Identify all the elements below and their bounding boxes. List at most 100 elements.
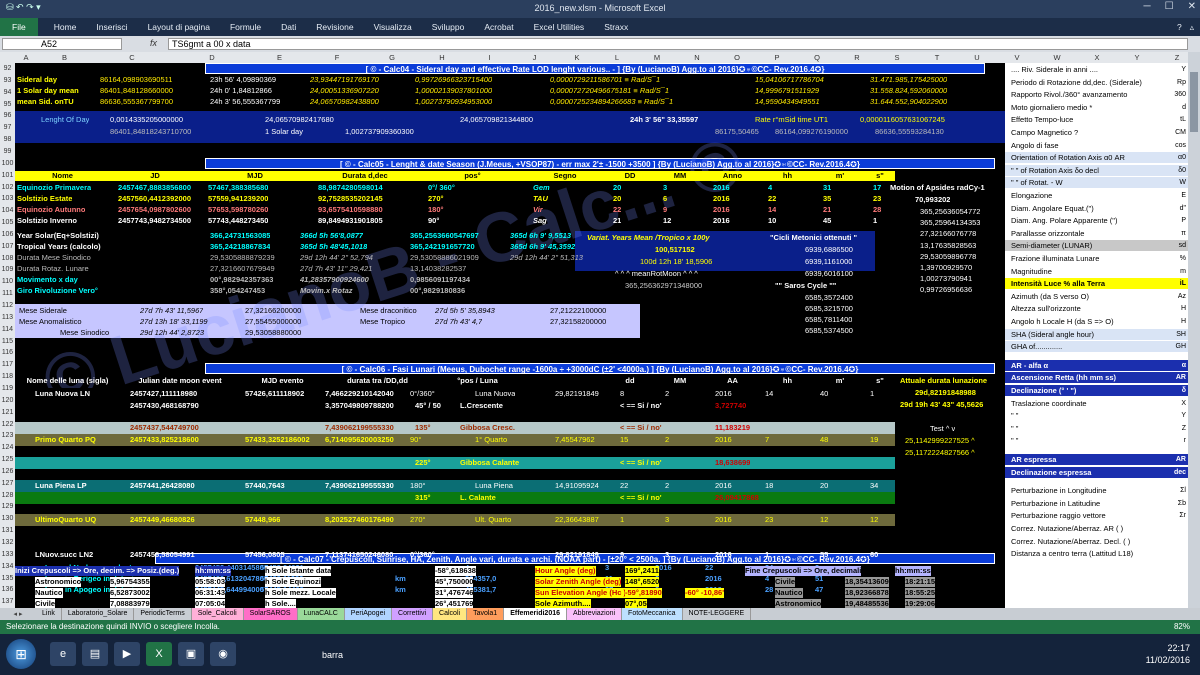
right-panel-item[interactable]: Azimuth (da S verso O) Az [1005, 291, 1188, 302]
month-cell[interactable]: 27,32166200000 [245, 306, 301, 316]
phase-cell[interactable]: 8,20252746017649​0 [325, 515, 394, 525]
windows-start-icon[interactable]: ⊞ [6, 639, 36, 669]
row-header-105[interactable]: 105 [0, 219, 15, 226]
year-cell[interactable]: 358°,054247453 [210, 286, 265, 296]
calc06-col-header[interactable]: Julian date moon event [120, 376, 240, 386]
right-panel-item[interactable]: " " of Rotat. - W W [1005, 177, 1188, 189]
close-icon[interactable]: ✕ [1188, 1, 1196, 12]
row-header-128[interactable]: 128 [0, 492, 15, 499]
season-cell[interactable]: 2016 [713, 205, 730, 215]
right-panel-item[interactable]: Elongazione E [1005, 190, 1188, 201]
right-panel-item[interactable]: Perturbazione in Longitudine Σl [1005, 485, 1188, 496]
season-cell[interactable]: 21 [613, 216, 621, 226]
calc06-col-header[interactable]: MM [655, 376, 705, 386]
month-cell[interactable]: 29,53058880000 [245, 328, 301, 338]
phase-cell[interactable]: 3 [665, 515, 669, 525]
calc07-cell[interactable]: 19:29:06 [905, 599, 936, 608]
tab-file[interactable]: File [0, 18, 38, 36]
calc07-cell[interactable]: h Sole Equinozi [265, 577, 321, 587]
year-cell[interactable]: 365,24219165772​0 [410, 242, 475, 252]
right-panel-item[interactable]: Diam. Ang. Polare Apparente (") P [1005, 215, 1188, 226]
calc05-col-header[interactable]: JD [110, 171, 200, 181]
phase-cell[interactable]: 7,439062199555330 [325, 481, 394, 491]
column-header-E[interactable]: E [252, 53, 307, 62]
year-cell[interactable]: 13,14038282537 [410, 264, 466, 274]
row-header-124[interactable]: 124 [0, 444, 15, 451]
phase-cell[interactable]: 15 [620, 435, 628, 445]
column-header-B[interactable]: B [37, 53, 92, 62]
row-header-136[interactable]: 136 [0, 586, 15, 593]
season-cell[interactable]: 57743,448273450 [208, 216, 268, 226]
season-cell[interactable]: 2016 [713, 216, 730, 226]
season-cell[interactable]: Solstizio Inverno [17, 216, 77, 226]
year-cell[interactable]: Durata Mese Sinodico [17, 253, 91, 263]
season-cell[interactable]: 17 [873, 183, 881, 193]
phase-cell[interactable]: 7 [765, 435, 769, 445]
meanrot-label[interactable]: ^ ^ ^ meanRotMoon ^ ^ ^ [615, 269, 698, 279]
calc04-cell[interactable]: 31.644.552,904022900 [870, 97, 947, 107]
calc07-cell[interactable]: 18:21:15 [905, 577, 936, 587]
row-header-110[interactable]: 110 [0, 278, 15, 285]
intermediate-phase-cell[interactable]: L. Calante [460, 493, 496, 503]
calc06-header[interactable]: [ © - Calc06 - Fasi Lunari (Meeus, Duboc… [205, 363, 995, 374]
phase-cell[interactable]: 18 [765, 481, 773, 491]
year-cell[interactable]: 00°,982918083​6 [410, 286, 465, 296]
intermediate-phase-cell[interactable]: < == Si / no' [620, 458, 662, 468]
season-cell[interactable]: 2457467,8883856800 [118, 183, 191, 193]
phase-cell[interactable]: 29,82191849 [555, 550, 599, 560]
calc07-cell[interactable]: 31°,476746 [435, 588, 474, 598]
calc04-cell[interactable]: 86401,848128660000 [100, 86, 173, 96]
calc04-cell[interactable]: 86636,555367799700 [100, 97, 173, 107]
row-header-103[interactable]: 103 [0, 195, 15, 202]
calc04-cell[interactable]: 14,959043494955​1 [755, 97, 820, 107]
season-cell[interactable]: 88,98742805980​14 [318, 183, 383, 193]
saros-label[interactable]: "" Saros Cycle "" [775, 281, 836, 291]
season-cell[interactable]: 1 [873, 216, 877, 226]
row-header-111[interactable]: 111 [0, 290, 15, 297]
intermediate-phase-cell[interactable]: 7,439062199555330 [325, 423, 394, 433]
calc06-col-header[interactable]: MJD evento [240, 376, 325, 386]
tab-sviluppo[interactable]: Sviluppo [422, 22, 475, 32]
right-panel-item[interactable]: GHA of............. GH [1005, 341, 1188, 353]
formula-input[interactable]: TS6gmt a 00 x data [168, 38, 1188, 50]
phase-cell[interactable]: 29,82191849 [555, 389, 599, 399]
intermediate-phase-cell[interactable]: 11,183219 [715, 423, 750, 433]
row-header-106[interactable]: 106 [0, 231, 15, 238]
month-cell[interactable]: 29d 12h 44' 2,8723 [140, 328, 204, 338]
season-cell[interactable]: 57467,388385680 [208, 183, 268, 193]
calc07-cell[interactable]: 06:31:43 [195, 588, 226, 598]
row-header-134[interactable]: 134 [0, 563, 15, 570]
season-cell[interactable]: 31 [823, 183, 831, 193]
phase-cell[interactable]: 2 [665, 389, 669, 399]
calc04-cell[interactable]: 0,99726966323715400 [415, 75, 492, 85]
row-header-135[interactable]: 135 [0, 575, 15, 582]
node-cell[interactable]: 3 [605, 563, 609, 573]
right-panel-item[interactable]: Effetto Tempo-luce tL [1005, 114, 1188, 125]
calc06-col-header[interactable]: AA [705, 376, 760, 386]
row-header-116[interactable]: 116 [0, 349, 15, 356]
lod-v5[interactable]: Rate r°mSid time UT1 [755, 115, 828, 125]
phase-cell[interactable]: 8 [620, 389, 624, 399]
season-cell[interactable]: 4 [768, 183, 772, 193]
sheet-tab[interactable]: Effemeridi2016 [504, 608, 568, 620]
calc07-cell[interactable]: -58°,618638 [435, 566, 476, 576]
column-header-R[interactable]: R [837, 53, 877, 62]
season-cell[interactable]: 20 [613, 194, 621, 204]
row-header-137[interactable]: 137 [0, 598, 15, 605]
right-panel-item[interactable]: " " r [1005, 435, 1188, 446]
column-header-K[interactable]: K [557, 53, 597, 62]
column-header-M[interactable]: M [637, 53, 677, 62]
right-panel-item[interactable]: AR - alfa α α [1005, 359, 1188, 371]
year-cell[interactable]: 29,530588887​9239 [210, 253, 275, 263]
right-panel-item[interactable]: Orientation of Rotation Axis α0 AR α0 [1005, 152, 1188, 164]
saros-value[interactable]: 6585,3215700 [805, 304, 853, 314]
calc04-cell[interactable]: 23h 56' 4,09890369 [210, 75, 276, 85]
lod2-v5[interactable]: 86164,099276190000 [775, 127, 848, 137]
phase-cell[interactable]: Primo Quarto PQ [35, 435, 96, 445]
sheet-tab[interactable]: Calcoli [433, 608, 468, 620]
season-cell[interactable]: Gem [533, 183, 550, 193]
calc07-cell[interactable]: Astronomico [775, 599, 822, 608]
right-panel-item[interactable]: Rapporto Rivol./360° avanzamento 360 [1005, 89, 1188, 100]
calc07-cell[interactable]: Astronomico [35, 577, 82, 587]
season-cell[interactable]: 90° [428, 216, 439, 226]
